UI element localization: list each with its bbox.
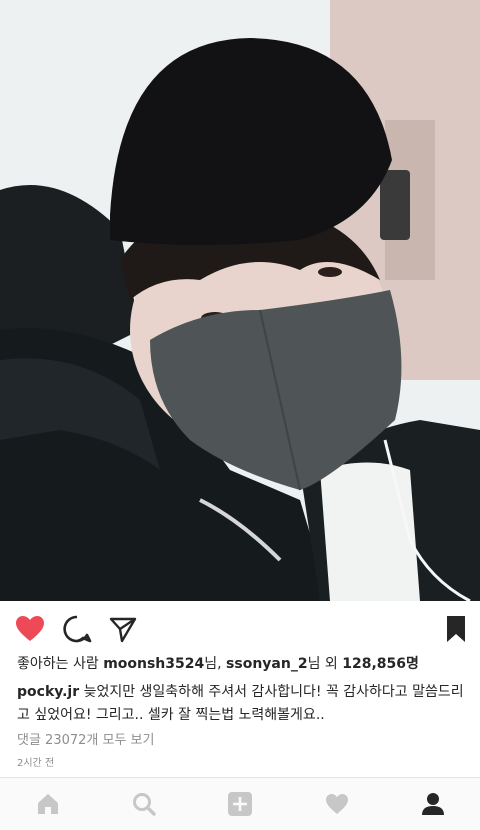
liker-username-1[interactable]: moonsh3524 [103, 656, 204, 672]
nav-home[interactable] [35, 791, 61, 817]
nav-search[interactable] [131, 791, 157, 817]
share-button[interactable] [107, 613, 139, 645]
search-icon [133, 793, 156, 816]
liker-suffix-1: 님, [204, 656, 227, 672]
share-icon [109, 617, 137, 643]
selfie-image [0, 0, 480, 601]
post-timestamp: 2시간 전 [17, 758, 55, 769]
heart-icon [326, 794, 348, 814]
profile-icon [422, 793, 444, 815]
liker-username-2[interactable]: ssonyan_2 [226, 656, 308, 672]
view-all-comments-link[interactable]: 댓글 23072개 모두 보기 [17, 729, 154, 748]
liker-suffix-2: 님 외 [307, 656, 343, 672]
save-button[interactable] [440, 613, 472, 645]
bookmark-icon [447, 616, 465, 642]
nav-add-post[interactable] [227, 791, 253, 817]
likes-prefix: 좋아하는 사람 [17, 656, 104, 672]
like-button[interactable] [14, 613, 46, 645]
add-icon [228, 792, 252, 816]
likes-count[interactable]: 128,856 [342, 656, 406, 672]
caption-username[interactable]: pocky.jr [17, 684, 79, 700]
post-caption: pocky.jr 늦었지만 생일축하해 주셔서 감사합니다! 꼭 감사하다고 말… [17, 681, 467, 727]
heart-icon [16, 616, 44, 641]
nav-activity[interactable] [324, 791, 350, 817]
post-photo[interactable] [0, 0, 480, 601]
home-icon [38, 794, 58, 814]
comment-icon [63, 615, 92, 643]
likes-count-suffix: 명 [406, 656, 419, 672]
caption-text: 늦었지만 생일축하해 주셔서 감사합니다! 꼭 감사하다고 말씀드리고 싶었어요… [17, 684, 464, 723]
post-action-bar [0, 601, 480, 657]
likes-summary: 좋아하는 사람 moonsh3524님, ssonyan_2님 외 128,85… [17, 655, 419, 673]
bottom-navigation [0, 777, 480, 830]
comment-button[interactable] [61, 613, 93, 645]
nav-profile[interactable] [420, 791, 446, 817]
